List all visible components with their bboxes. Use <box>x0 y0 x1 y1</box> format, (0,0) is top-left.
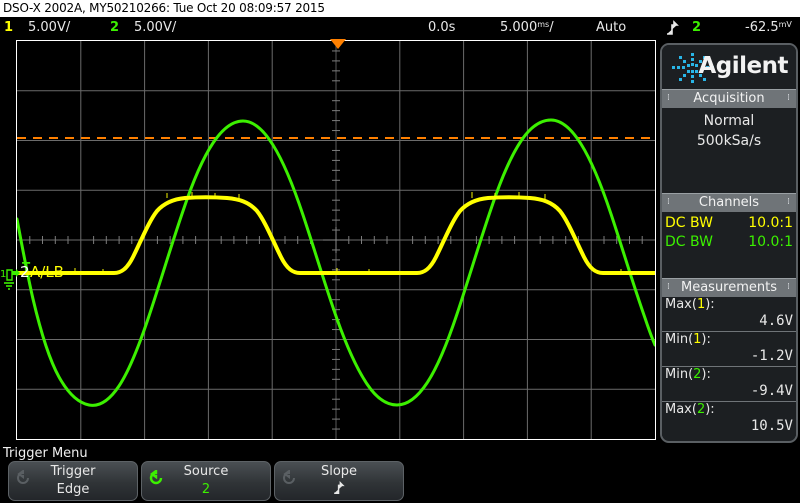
brand-header: Agilent <box>662 45 796 89</box>
instrument-identity-bar: DSO-X 2002A, MY50210266: Tue Oct 20 08:0… <box>0 0 800 17</box>
measurement-row[interactable]: Min(1): -1.2V <box>662 332 796 367</box>
channels-body: DC BW 10.0:1 DC BW 10.0:1 <box>662 212 796 278</box>
horizontal-timebase[interactable]: 5.000ms/ <box>500 17 554 39</box>
measurements-body: Max(1): 4.6V Min(1): -1.2V Min(2): -9.4V… <box>662 297 796 436</box>
measurement-label-prefix: Max( <box>665 402 697 417</box>
measurement-label-prefix: Min( <box>665 332 694 347</box>
graticule[interactable] <box>16 40 656 440</box>
drag-handle-left-icon: ⁞ <box>667 197 671 207</box>
measurement-row[interactable]: Max(1): 4.6V <box>662 297 796 332</box>
ch1-ground-marker[interactable]: 1 <box>0 267 22 295</box>
acquisition-section-header[interactable]: ⁞ Acquisition ⁞ <box>662 89 796 108</box>
softkey-slope[interactable]: Slope <box>274 461 404 501</box>
measurement-row[interactable]: Max(2): 10.5V <box>662 402 796 436</box>
trigger-level-number: -62.5 <box>745 20 779 35</box>
ch2-vertical-scale[interactable]: 5.00V/ <box>134 17 176 39</box>
drag-handle-right-icon: ⁞ <box>787 282 791 292</box>
timebase-suffix: / <box>549 20 554 35</box>
measurement-label-prefix: Min( <box>665 367 694 382</box>
ch1-probe-ratio: 10.0:1 <box>748 215 793 231</box>
waveform-overlay-text: A/LB <box>30 263 64 281</box>
rising-edge-icon <box>666 20 679 42</box>
measurements-section-header[interactable]: ⁞ Measurements ⁞ <box>662 278 796 297</box>
ch2-indicator[interactable]: 2 <box>110 17 119 39</box>
ch2-number: 2 <box>110 20 120 35</box>
drag-handle-right-icon: ⁞ <box>787 93 791 103</box>
sidebar-panel: Agilent ⁞ Acquisition ⁞ Normal 500kSa/s … <box>660 43 798 443</box>
acquisition-body: Normal 500kSa/s <box>662 108 796 193</box>
measurement-label-prefix: Max( <box>665 297 697 312</box>
ch1-indicator[interactable]: 1 <box>4 17 13 39</box>
softkey-trigger[interactable]: Trigger Edge <box>8 461 138 501</box>
measurement-value: -9.4V <box>750 383 793 399</box>
measurement-row[interactable]: Min(2): -9.4V <box>662 367 796 402</box>
drag-handle-left-icon: ⁞ <box>667 93 671 103</box>
measurement-label-suffix: ): <box>701 332 711 347</box>
acquisition-mode: Normal <box>703 113 755 129</box>
ch2-probe-ratio: 10.0:1 <box>748 234 793 250</box>
softkey-menu-title: Trigger Menu <box>3 446 88 461</box>
measurement-label-suffix: ): <box>705 297 715 312</box>
channel-row-1[interactable]: DC BW 10.0:1 <box>662 214 796 233</box>
trigger-level-value[interactable]: -62.5mV <box>745 17 792 39</box>
ch1-number: 1 <box>4 20 14 35</box>
measurements-title: Measurements <box>680 280 778 295</box>
acquisition-title: Acquisition <box>693 91 765 106</box>
knob-inactive-icon <box>15 469 31 486</box>
drag-handle-right-icon: ⁞ <box>787 197 791 207</box>
channels-title: Channels <box>698 195 760 210</box>
timebase-unit: ms <box>537 20 550 29</box>
knob-inactive-icon <box>281 469 297 486</box>
timebase-value: 5.000 <box>500 20 538 35</box>
measurement-label-suffix: ): <box>701 367 711 382</box>
ch1-vertical-scale[interactable]: 5.00V/ <box>28 17 70 39</box>
measurement-channel: 2 <box>696 402 706 417</box>
ch2-ground-label[interactable]: 2 <box>20 265 30 280</box>
channels-section-header[interactable]: ⁞ Channels ⁞ <box>662 193 796 212</box>
waveform-display[interactable]: T 1 2 A/LB <box>0 39 658 443</box>
trigger-mode[interactable]: Auto <box>596 17 626 39</box>
softkey-bar: Trigger Edge Source 2 Slope <box>0 461 800 503</box>
ch2-coupling: DC BW <box>665 234 713 250</box>
svg-text:1: 1 <box>0 269 6 280</box>
settings-bar: 1 5.00V/ 2 5.00V/ 0.0s 5.000ms/ Auto 2 -… <box>0 17 800 39</box>
measurement-value: 4.6V <box>759 313 793 329</box>
knob-active-icon[interactable] <box>148 468 164 486</box>
measurement-channel: 1 <box>696 297 706 312</box>
horizontal-delay[interactable]: 0.0s <box>428 17 455 39</box>
measurement-value: 10.5V <box>750 418 793 434</box>
channel-row-2[interactable]: DC BW 10.0:1 <box>662 233 796 252</box>
trigger-position-marker[interactable] <box>330 39 346 49</box>
brand-name: Agilent <box>698 53 789 79</box>
measurement-value: -1.2V <box>750 348 793 364</box>
softkey-source[interactable]: Source 2 <box>141 461 271 501</box>
measurement-label-suffix: ): <box>705 402 715 417</box>
drag-handle-left-icon: ⁞ <box>667 282 671 292</box>
acquisition-sample-rate: 500kSa/s <box>696 133 762 149</box>
trigger-source-value[interactable]: 2 <box>692 17 701 39</box>
trigger-level-unit: mV <box>778 20 792 29</box>
ch1-coupling: DC BW <box>665 215 713 231</box>
